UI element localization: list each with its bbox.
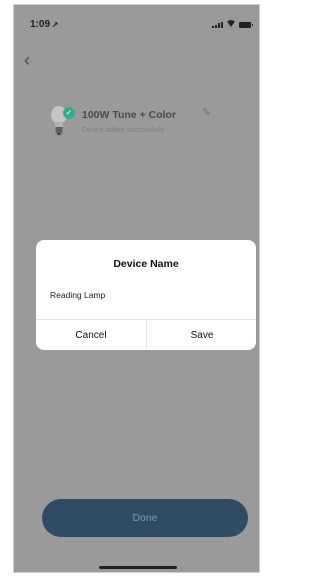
device-name-input[interactable]: Reading Lamp (50, 290, 105, 300)
location-arrow-icon: ➚ (52, 20, 59, 29)
cancel-button[interactable]: Cancel (36, 320, 146, 350)
back-button[interactable]: ‹ (24, 51, 30, 69)
dialog-title: Device Name (113, 258, 179, 270)
battery-icon (239, 22, 253, 28)
status-time-group: 1:09 ➚ (30, 19, 59, 30)
device-name: 100W Tune + Color (82, 109, 177, 121)
status-icons (212, 20, 253, 28)
done-button[interactable]: Done (42, 499, 248, 537)
pencil-icon[interactable]: ✎ (202, 106, 211, 119)
status-time: 1:09 (30, 19, 51, 30)
phone-screen: 1:09 ➚ ‹ ✓ 100W Tune + Color ✎ Device add… (13, 4, 260, 573)
chevron-left-icon: ‹ (24, 50, 30, 70)
save-button[interactable]: Save (147, 320, 256, 350)
cellular-signal-icon (212, 22, 223, 28)
wifi-icon (226, 20, 236, 28)
device-name-dialog: Device Name Reading Lamp Cancel Save (36, 240, 256, 350)
device-status-text: Device added successfully (82, 127, 165, 134)
status-bar: 1:09 ➚ (14, 5, 259, 37)
home-indicator[interactable] (99, 566, 177, 569)
checkmark-icon: ✓ (63, 107, 75, 119)
